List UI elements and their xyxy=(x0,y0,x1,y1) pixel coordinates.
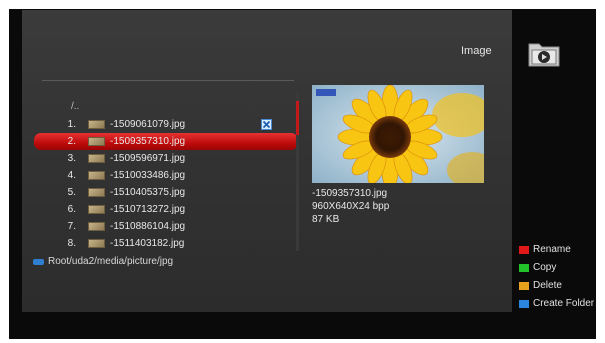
file-row[interactable]: 5. -1510405375.jpg xyxy=(34,184,298,201)
file-row[interactable]: 7. -1510886104.jpg xyxy=(34,218,298,235)
current-path: Root/uda2/media/picture/jpg xyxy=(33,256,173,267)
file-row-selected[interactable]: 2. -1509357310.jpg xyxy=(34,133,298,150)
file-row[interactable]: 1. -1509061079.jpg xyxy=(34,116,298,133)
path-text: Root/uda2/media/picture/jpg xyxy=(48,256,174,267)
red-key-icon xyxy=(519,246,529,254)
legend-copy[interactable]: Copy xyxy=(519,262,594,280)
info-size: 87 KB xyxy=(312,214,340,225)
file-row[interactable]: 4. -1510033486.jpg xyxy=(34,167,298,184)
scrollbar-thumb[interactable] xyxy=(296,101,299,135)
green-key-icon xyxy=(519,264,529,272)
sunflower-photo xyxy=(312,85,484,183)
page-title: Image xyxy=(461,45,492,57)
marked-checkbox-icon[interactable] xyxy=(261,119,272,130)
file-row[interactable]: 3. -1509596971.jpg xyxy=(34,150,298,167)
blue-key-icon xyxy=(519,300,529,308)
file-list: 1. -1509061079.jpg 2. -1509357310.jpg 3.… xyxy=(34,116,298,252)
jpg-thumbnail-icon xyxy=(88,171,105,180)
legend-rename[interactable]: Rename xyxy=(519,244,594,262)
header-divider xyxy=(42,80,294,81)
jpg-thumbnail-icon xyxy=(88,205,105,214)
parent-directory-item[interactable]: /.. xyxy=(71,101,79,112)
legend-delete[interactable]: Delete xyxy=(519,280,594,298)
jpg-thumbnail-icon xyxy=(88,239,105,248)
color-key-legend: Rename Copy Delete Create Folder xyxy=(519,244,594,316)
legend-create-folder[interactable]: Create Folder xyxy=(519,298,594,316)
yellow-key-icon xyxy=(519,282,529,290)
image-info: -1509357310.jpg 960X640X24 bpp 87 KB xyxy=(312,187,389,226)
jpg-thumbnail-icon xyxy=(88,137,105,146)
info-resolution: 960X640X24 bpp xyxy=(312,201,390,212)
jpg-thumbnail-icon xyxy=(88,222,105,231)
folder-play-icon xyxy=(528,43,560,67)
file-row[interactable]: 6. -1510713272.jpg xyxy=(34,201,298,218)
file-list-scrollbar[interactable] xyxy=(296,93,299,251)
jpg-thumbnail-icon xyxy=(88,154,105,163)
jpg-thumbnail-icon xyxy=(88,188,105,197)
jpg-thumbnail-icon xyxy=(88,120,105,129)
preview-badge xyxy=(316,89,336,96)
info-filename: -1509357310.jpg xyxy=(312,188,388,199)
image-preview xyxy=(312,85,484,183)
file-row[interactable]: 8. -1511403182.jpg xyxy=(34,235,298,252)
usb-drive-icon xyxy=(33,258,44,265)
